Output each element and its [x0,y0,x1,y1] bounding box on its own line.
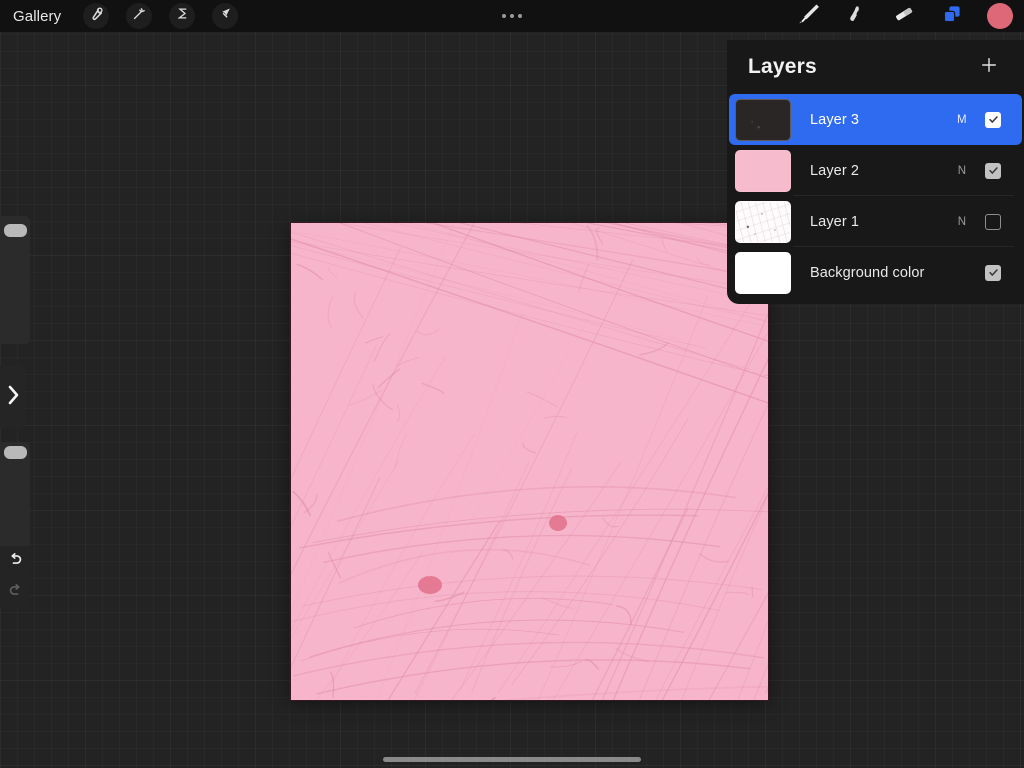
brush-size-slider[interactable] [0,216,30,344]
layer-thumbnail[interactable] [735,200,791,243]
brush-opacity-slider[interactable] [0,442,30,562]
gallery-button[interactable]: Gallery [13,8,61,25]
layers-panel-header: Layers [727,40,1024,94]
layer-blend-mode[interactable]: N [951,165,973,177]
home-indicator [383,757,641,762]
brush-opacity-handle[interactable] [4,446,27,460]
selection-button[interactable] [169,3,196,29]
layers-panel-title: Layers [748,55,817,78]
chevron-right-icon [7,384,20,411]
layer-thumbnail[interactable] [735,98,791,141]
more-menu-button[interactable] [502,14,522,18]
layers-icon [940,2,964,31]
dot-2 [510,14,514,18]
layer-name: Background color [810,264,925,281]
layers-panel: Layers Layer 3 M Layer 2 N Layer 1 N Backgroun… [727,40,1024,304]
layer-name: Layer 3 [810,111,860,128]
layer-thumbnail[interactable] [735,251,791,294]
eraser-icon [892,2,916,31]
eraser-button[interactable] [891,3,917,29]
undo-button[interactable] [3,550,27,574]
brush-size-handle[interactable] [4,223,27,237]
layer-visibility-checkbox[interactable] [985,162,1001,179]
layer-row[interactable]: Layer 3 M [729,94,1022,145]
right-tool-group [795,0,1013,32]
paint-blob [549,515,567,531]
top-toolbar: Gallery [0,0,1024,32]
redo-arrow-icon [7,582,24,604]
redo-button[interactable] [3,581,27,605]
transform-button[interactable] [212,3,239,29]
layers-list: Layer 3 M Layer 2 N Layer 1 N Background color [727,94,1024,298]
undo-redo-group [0,546,30,608]
layer-visibility-checkbox[interactable] [985,111,1001,128]
sidebar-toggle-button[interactable] [0,366,26,428]
undo-arrow-icon [7,551,24,573]
layer-row[interactable]: Layer 1 N [729,196,1022,247]
paint-blob [418,576,442,594]
smudge-icon [844,2,868,31]
plus-icon [979,55,999,80]
left-tool-group [83,3,239,29]
smudge-button[interactable] [843,3,869,29]
layer-name: Layer 2 [810,162,860,179]
paint-brush-icon [796,2,820,31]
left-sidebar [0,216,30,608]
layer-name: Layer 1 [810,213,860,230]
layer-row[interactable]: Layer 2 N [729,145,1022,196]
adjustments-wand-button[interactable] [126,3,153,29]
color-swatch-button[interactable] [987,3,1013,29]
layer-blend-mode[interactable]: M [951,114,973,126]
dot-3 [518,14,522,18]
actions-wrench-button[interactable] [83,3,110,29]
selection-s-icon [175,6,190,26]
layer-thumbnail[interactable] [735,149,791,192]
paint-brush-button[interactable] [795,3,821,29]
layers-button[interactable] [939,3,965,29]
artboard[interactable] [291,223,768,700]
adjustments-wand-icon [132,6,147,26]
layer-visibility-checkbox[interactable] [985,213,1001,230]
artwork-drawing[interactable] [291,223,768,700]
layer-visibility-checkbox[interactable] [985,264,1001,281]
transform-arrow-icon [218,6,233,26]
add-layer-button[interactable] [976,54,1002,80]
dot-1 [502,14,506,18]
actions-wrench-icon [89,6,104,26]
layer-blend-mode[interactable]: N [951,216,973,228]
layer-row[interactable]: Background color [729,247,1022,298]
